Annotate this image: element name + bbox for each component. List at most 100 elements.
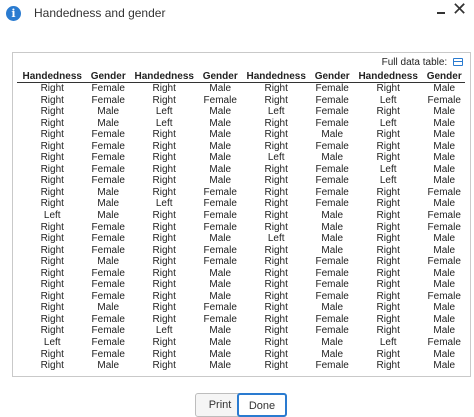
table-cell: Right: [40, 244, 64, 256]
table-cell: Right: [152, 337, 176, 349]
table-cell: Female: [315, 256, 349, 268]
minimize-icon[interactable]: [437, 12, 445, 14]
table-cell: Right: [264, 290, 288, 302]
table-cell: Female: [427, 290, 461, 302]
table-cell: Female: [315, 290, 349, 302]
table-cell: Female: [203, 186, 237, 198]
table-row: Right Female Right Male Right Female Left Male: [17, 164, 465, 176]
table-cell: Right: [40, 94, 64, 106]
table-cell: Male: [433, 325, 456, 337]
table-cell: Female: [427, 337, 461, 349]
dialog-footer: Print Done: [0, 380, 474, 417]
table-cell: Female: [91, 233, 125, 245]
table-cell: Female: [427, 221, 461, 233]
close-icon[interactable]: ✕: [452, 0, 467, 18]
table-cell: Male: [321, 233, 344, 245]
table-cell: Left: [43, 337, 61, 349]
table-cell: Male: [209, 140, 232, 152]
table-cell: Female: [427, 94, 461, 106]
table-cell: Male: [209, 163, 232, 175]
table-cell: Male: [433, 348, 456, 360]
table-cell: Male: [97, 186, 120, 198]
table-cell: Right: [376, 140, 400, 152]
table-cell: Left: [155, 198, 173, 210]
table-cell: Male: [209, 175, 232, 187]
table-cell: Right: [376, 233, 400, 245]
table-cell: Right: [152, 94, 176, 106]
table-cell: Right: [40, 256, 64, 268]
handedness-gender-table: Handedness Gender Handedness Gender Handedne…: [17, 70, 465, 372]
table-cell: Right: [376, 129, 400, 141]
table-cell: Female: [203, 210, 237, 222]
table-cell: Right: [152, 267, 176, 279]
table-cell: Male: [433, 163, 456, 175]
table-row: Right Female Right Male Right Male Right Male: [17, 349, 465, 361]
table-cell: Right: [264, 302, 288, 314]
table-cell: Right: [376, 302, 400, 314]
table-cell: Female: [91, 175, 125, 187]
table-cell: Right: [152, 140, 176, 152]
table-cell: Female: [203, 302, 237, 314]
table-cell: Female: [315, 117, 349, 129]
table-cell: Right: [152, 348, 176, 360]
table-row: Right Female Left Male Right Female Right Male: [17, 325, 465, 337]
table-cell: Right: [264, 279, 288, 291]
table-row: Right Female Right Male Right Female Right Male: [17, 279, 465, 291]
table-cell: Male: [209, 290, 232, 302]
table-row: Right Female Right Female Right Female Right Ma…: [17, 314, 465, 326]
table-cell: Right: [152, 210, 176, 222]
table-cell: Right: [376, 106, 400, 118]
done-button[interactable]: Done: [237, 393, 287, 417]
table-cell: Male: [209, 117, 232, 129]
table-cell: Male: [433, 267, 456, 279]
table-row: Right Male Right Female Right Female Right Fema…: [17, 187, 465, 199]
table-cell: Right: [152, 233, 176, 245]
table-cell: Female: [315, 267, 349, 279]
table-cell: Right: [40, 279, 64, 291]
table-cell: Right: [152, 186, 176, 198]
table-cell: Female: [91, 94, 125, 106]
table-cell: Right: [264, 94, 288, 106]
table-cell: Female: [91, 348, 125, 360]
table-cell: Female: [315, 198, 349, 210]
table-cell: Female: [91, 163, 125, 175]
full-data-label: Full data table:: [381, 57, 448, 68]
table-cell: Right: [376, 313, 400, 325]
info-icon: i: [6, 6, 21, 21]
table-cell: Right: [264, 163, 288, 175]
table-row: Right Female Right Male Right Female Right Male: [17, 83, 465, 95]
table-header-row: Handedness Gender Handedness Gender Handedne…: [17, 70, 465, 83]
table-cell: Male: [433, 233, 456, 245]
full-data-link[interactable]: Full data table:: [382, 57, 463, 68]
table-cell: Male: [97, 360, 120, 372]
table-cell: Right: [152, 175, 176, 187]
table-cell: Right: [376, 256, 400, 268]
table-icon[interactable]: [453, 58, 463, 67]
table-cell: Female: [203, 198, 237, 210]
table-cell: Right: [264, 325, 288, 337]
table-row: Left Female Right Male Right Male Left Female: [17, 337, 465, 349]
table-cell: Right: [264, 129, 288, 141]
table-cell: Right: [376, 279, 400, 291]
table-cell: Right: [264, 244, 288, 256]
table-cell: Male: [433, 279, 456, 291]
table-cell: Right: [376, 244, 400, 256]
table-cell: Right: [264, 117, 288, 129]
table-cell: Right: [264, 348, 288, 360]
table-cell: Female: [315, 279, 349, 291]
table-row: Right Female Right Male Right Female Left Male: [17, 175, 465, 187]
table-cell: Male: [209, 325, 232, 337]
table-cell: Left: [267, 152, 285, 164]
table-row: Right Female Right Female Right Male Right Male: [17, 245, 465, 257]
table-row: Right Female Right Male Right Female Right Male: [17, 141, 465, 153]
table-cell: Female: [203, 256, 237, 268]
table-row: Right Female Right Male Right Female Right Male: [17, 268, 465, 280]
table-cell: Right: [152, 302, 176, 314]
table-cell: Male: [321, 244, 344, 256]
table-cell: Female: [91, 140, 125, 152]
table-cell: Right: [40, 106, 64, 118]
table-cell: Female: [203, 244, 237, 256]
table-cell: Male: [209, 233, 232, 245]
table-cell: Female: [315, 325, 349, 337]
table-cell: Male: [433, 117, 456, 129]
